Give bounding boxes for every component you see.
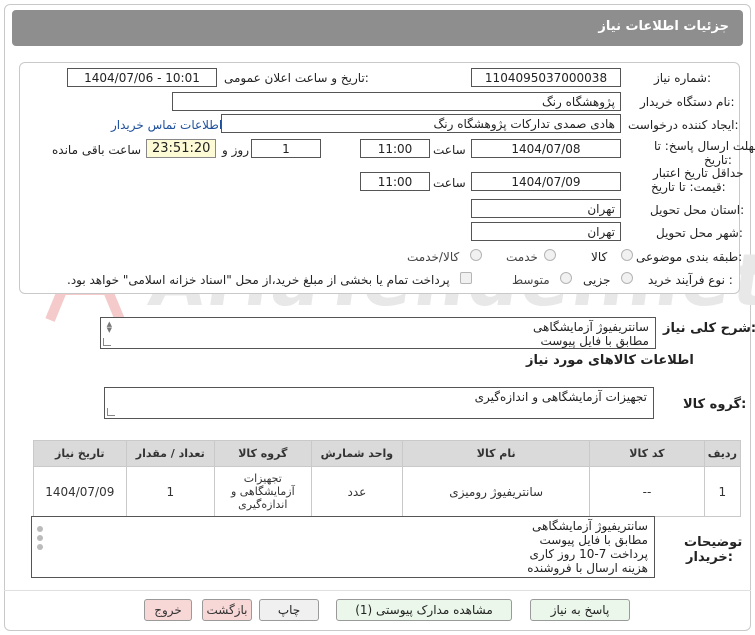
city-label: شهر محل تحویل: [656, 226, 743, 240]
remaining-label: ساعت باقی مانده [52, 143, 142, 157]
col-group: گروه کالا [213, 440, 312, 467]
category-label: طبقه بندی موضوعی: [636, 250, 743, 264]
validity-label: حداقل تاریخ اعتبار [653, 166, 744, 180]
deadline-label-2: تاریخ: [704, 153, 732, 167]
col-row: ردیف [703, 440, 742, 467]
cell-date: 1404/07/09 [33, 466, 127, 517]
buyer-notes-line-3: پرداخت 7-10 روز کاری [529, 547, 649, 561]
deadline-label: مهلت ارسال پاسخ: تا [654, 139, 755, 153]
validity-date-field: 1404/07/09 [471, 172, 621, 191]
col-name: نام کالا [402, 440, 591, 467]
col-qty: تعداد / مقدار [125, 440, 215, 467]
resize-handle-icon[interactable] [103, 338, 111, 346]
payment-note: پرداخت تمام یا بخشی از مبلغ خرید،از محل … [67, 273, 450, 287]
col-unit: واحد شمارش [310, 440, 404, 467]
description-label: شرح کلی نیاز: [663, 321, 755, 336]
buyer-notes-label-2: خریدار: [686, 550, 733, 565]
category-radio-both[interactable] [470, 249, 482, 261]
announce-label: تاریخ و ساعت اعلان عمومی: [224, 71, 369, 85]
validity-time-field: 11:00 [360, 172, 430, 191]
items-table: ردیف کد کالا نام کالا واحد شمارش گروه کا… [33, 440, 742, 517]
deadline-time-field: 11:00 [360, 139, 430, 158]
category-radio-goods[interactable] [621, 249, 633, 261]
description-textarea[interactable]: سانتریفیوژ آزمایشگاهی مطابق با فایل پیوس… [100, 317, 656, 349]
process-option-medium: متوسط [512, 273, 550, 287]
scrollbar-icon[interactable] [35, 523, 43, 550]
cell-name: سانتریفیوژ رومیزی [402, 466, 591, 517]
days-label: روز و [222, 143, 249, 157]
need-number-label: شماره نیاز: [654, 71, 712, 85]
spinner-icon[interactable]: ▲ ▼ [104, 321, 112, 334]
buyer-notes-line-1: سانتریفیوژ آزمایشگاهی [531, 519, 648, 533]
deadline-date-field: 1404/07/08 [471, 139, 621, 158]
cell-unit: عدد [310, 466, 404, 517]
attachments-button[interactable]: مشاهده مدارک پیوستی (1) [336, 599, 512, 621]
header-bar: جزئیات اطلاعات نیاز [12, 10, 743, 46]
reply-button[interactable]: پاسخ به نیاز [530, 599, 630, 621]
category-radio-service[interactable] [544, 249, 556, 261]
province-field: تهران [471, 199, 621, 218]
goods-group-field: تجهیزات آزمایشگاهی و اندازه‌گیری [104, 387, 654, 419]
province-label: استان محل تحویل: [650, 203, 745, 217]
requester-label: ایجاد کننده درخواست: [628, 118, 739, 132]
buyer-org-field: پژوهشگاه رنگ [172, 92, 621, 111]
category-option-both: کالا/خدمت [407, 250, 460, 264]
need-number-field: 1104095037000038 [471, 68, 621, 87]
validity-label-2: قیمت: تا تاریخ: [651, 180, 726, 194]
validity-time-label: ساعت [433, 176, 466, 190]
description-line-1: سانتریفیوژ آزمایشگاهی [532, 320, 649, 334]
days-field: 1 [251, 139, 321, 158]
buyer-notes-line-4: هزینه ارسال با فروشنده [527, 561, 648, 575]
process-label: نوع فرآیند خرید : [648, 273, 733, 287]
buyer-notes-line-2: مطابق با فایل پیوست [539, 533, 648, 547]
buyer-org-label: نام دستگاه خریدار: [640, 95, 735, 109]
buyer-notes-textarea[interactable]: سانتریفیوژ آزمایشگاهی مطابق با فایل پیوس… [31, 516, 655, 578]
print-button[interactable]: چاپ [259, 599, 319, 621]
process-radio-minor[interactable] [621, 272, 633, 284]
announce-field: 1404/07/06 - 10:01 [67, 68, 217, 87]
page-title: جزئیات اطلاعات نیاز [598, 19, 729, 34]
category-option-goods: کالا [591, 250, 608, 264]
exit-button[interactable]: خروج [144, 599, 192, 621]
goods-group-value: تجهیزات آزمایشگاهی و اندازه‌گیری [474, 390, 647, 404]
cell-qty: 1 [125, 466, 215, 517]
buyer-notes-label: توضیحات [684, 535, 743, 550]
cell-code: -- [589, 466, 705, 517]
requester-field: هادی صمدی تدارکات پژوهشگاه رنگ [221, 114, 621, 133]
buttons-bar: پاسخ به نیاز مشاهده مدارک پیوستی (1) چاپ… [4, 590, 751, 630]
deadline-time-label: ساعت [433, 143, 466, 157]
back-button[interactable]: بازگشت [202, 599, 252, 621]
payment-checkbox[interactable] [460, 272, 472, 284]
goods-section-title: اطلاعات کالاهای مورد نیاز [526, 353, 694, 368]
col-date: تاریخ نیاز [33, 440, 127, 467]
cell-group: تجهیزات آزمایشگاهی و اندازه‌گیری [213, 466, 312, 517]
process-option-minor: جزیی [583, 273, 611, 287]
cell-row: 1 [703, 466, 742, 517]
col-code: کد کالا [589, 440, 705, 467]
city-field: تهران [471, 222, 621, 241]
goods-group-label: گروه کالا: [683, 397, 747, 412]
process-radio-medium[interactable] [560, 272, 572, 284]
table-header-row: ردیف کد کالا نام کالا واحد شمارش گروه کا… [33, 440, 742, 467]
remaining-time-field: 23:51:20 [146, 139, 216, 158]
table-row[interactable]: 1 -- سانتریفیوژ رومیزی عدد تجهیزات آزمای… [33, 466, 742, 517]
resize-handle-icon[interactable] [107, 408, 115, 416]
description-line-2: مطابق با فایل پیوست [540, 334, 649, 348]
contact-info-link[interactable]: اطلاعات تماس خریدار [111, 118, 222, 132]
category-option-service: خدمت [506, 250, 538, 264]
